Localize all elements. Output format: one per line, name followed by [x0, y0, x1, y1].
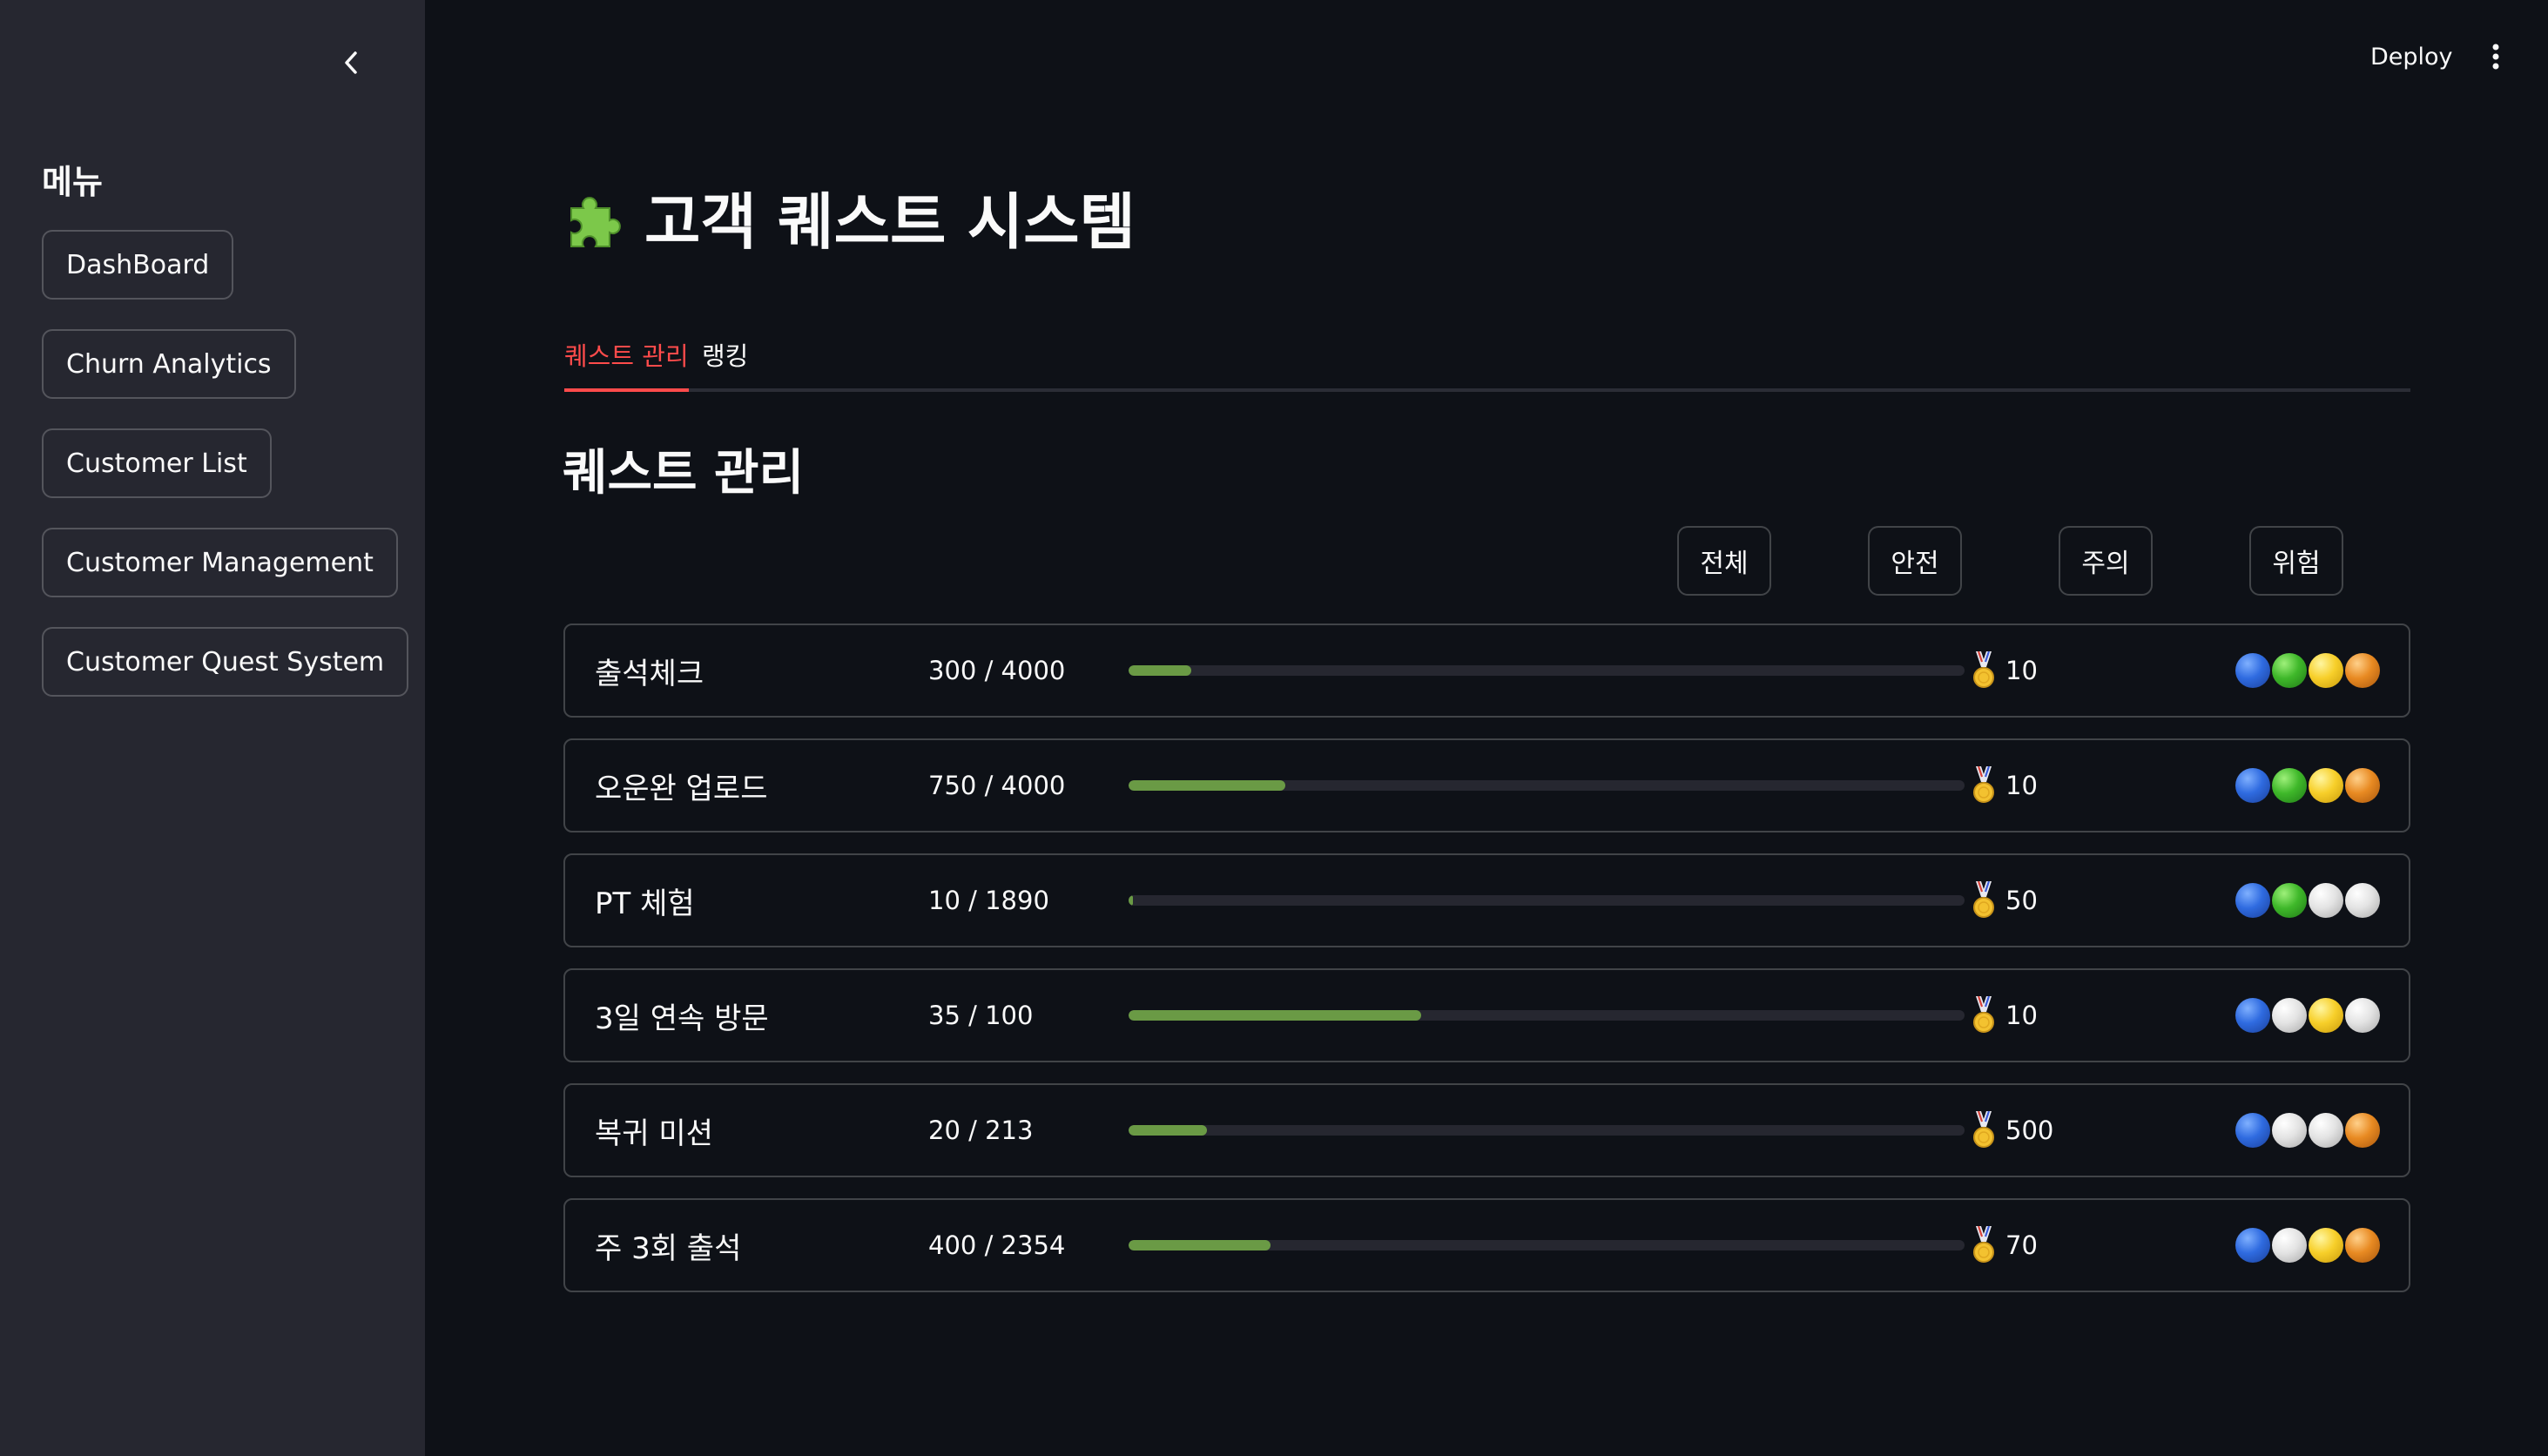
status-orb-yellow — [2309, 1228, 2343, 1263]
quest-progress-text: 750 / 4000 — [928, 771, 1066, 800]
status-orb-yellow — [2309, 653, 2343, 688]
quest-status-orbs — [2235, 653, 2380, 688]
quest-card: PT 체험 10 / 1890 50 — [563, 853, 2410, 947]
main-menu-button[interactable] — [2478, 37, 2513, 77]
quest-progress-text: 35 / 100 — [928, 1001, 1034, 1030]
status-orb-blue — [2235, 1228, 2270, 1263]
medal-icon — [1971, 650, 1997, 690]
quest-status-orbs — [2235, 883, 2380, 918]
quest-status-orbs — [2235, 1113, 2380, 1148]
quest-card: 3일 연속 방문 35 / 100 10 — [563, 968, 2410, 1062]
filter-danger-button[interactable]: 위험 — [2249, 526, 2343, 596]
tab-ranking[interactable]: 랭킹 — [702, 331, 748, 392]
status-orb-white — [2309, 1113, 2343, 1148]
quest-card: 출석체크 300 / 4000 10 — [563, 624, 2410, 718]
sidebar-title: 메뉴 — [42, 163, 103, 201]
quest-progress-fill — [1129, 780, 1285, 791]
quest-reward: 10 — [2005, 656, 2038, 685]
quest-reward: 500 — [2005, 1116, 2054, 1145]
tab-bar: 퀘스트 관리 랭킹 — [564, 331, 2410, 392]
nav-button-churn-analytics[interactable]: Churn Analytics — [42, 329, 296, 399]
quest-progress-text: 400 / 2354 — [928, 1230, 1066, 1260]
status-orb-blue — [2235, 883, 2270, 918]
medal-icon — [1971, 1225, 1997, 1264]
collapse-sidebar-button[interactable] — [335, 44, 367, 82]
filter-safe-button[interactable]: 안전 — [1868, 526, 1962, 596]
nav-button-customer-list[interactable]: Customer List — [42, 428, 272, 498]
medal-icon — [1971, 765, 1997, 805]
quest-progress-bar — [1129, 665, 1965, 676]
status-orb-blue — [2235, 998, 2270, 1033]
status-orb-green — [2272, 768, 2307, 803]
medal-icon — [1971, 880, 1997, 920]
nav-button-dashboard[interactable]: DashBoard — [42, 230, 234, 300]
status-orb-green — [2272, 883, 2307, 918]
quest-progress-text: 10 / 1890 — [928, 886, 1049, 915]
nav-button-customer-quest-system[interactable]: Customer Quest System — [42, 627, 409, 697]
quest-name: 3일 연속 방문 — [595, 1001, 769, 1036]
quest-name: PT 체험 — [595, 886, 695, 921]
status-orb-white — [2309, 883, 2343, 918]
puzzle-piece-icon — [570, 197, 621, 247]
status-orb-white — [2272, 998, 2307, 1033]
quest-progress-fill — [1129, 895, 1134, 906]
tab-quest-management[interactable]: 퀘스트 관리 — [564, 331, 689, 392]
quest-card: 오운완 업로드 750 / 4000 10 — [563, 738, 2410, 832]
medal-icon — [1971, 1110, 1997, 1149]
quest-card: 주 3회 출석 400 / 2354 70 — [563, 1198, 2410, 1292]
section-title: 퀘스트 관리 — [563, 445, 805, 502]
status-orb-blue — [2235, 1113, 2270, 1148]
quest-progress-bar — [1129, 1010, 1965, 1021]
status-orb-green — [2272, 653, 2307, 688]
status-orb-blue — [2235, 653, 2270, 688]
chevron-left-icon — [345, 51, 357, 74]
quest-status-orbs — [2235, 1228, 2380, 1263]
status-orb-orange — [2345, 1113, 2380, 1148]
status-orb-white — [2272, 1113, 2307, 1148]
status-orb-white — [2345, 998, 2380, 1033]
status-orb-yellow — [2309, 998, 2343, 1033]
quest-status-orbs — [2235, 768, 2380, 803]
status-orb-blue — [2235, 768, 2270, 803]
quest-progress-bar — [1129, 895, 1965, 906]
quest-reward: 10 — [2005, 1001, 2038, 1030]
status-orb-orange — [2345, 1228, 2380, 1263]
quest-progress-fill — [1129, 665, 1191, 676]
status-orb-white — [2345, 883, 2380, 918]
filter-caution-button[interactable]: 주의 — [2059, 526, 2153, 596]
quest-progress-fill — [1129, 1240, 1271, 1250]
quest-card: 복귀 미션 20 / 213 500 — [563, 1083, 2410, 1177]
quest-progress-bar — [1129, 1125, 1965, 1136]
quest-progress-text: 20 / 213 — [928, 1116, 1034, 1145]
quest-reward: 70 — [2005, 1230, 2038, 1260]
sidebar: 메뉴 DashBoard Churn Analytics Customer Li… — [0, 0, 425, 1456]
quest-reward: 50 — [2005, 886, 2038, 915]
quest-name: 주 3회 출석 — [595, 1230, 742, 1266]
kebab-menu-icon — [2492, 44, 2499, 70]
quest-name: 복귀 미션 — [595, 1116, 713, 1151]
quest-status-orbs — [2235, 998, 2380, 1033]
status-orb-orange — [2345, 653, 2380, 688]
deploy-button[interactable]: Deploy — [2360, 37, 2464, 77]
quest-reward: 10 — [2005, 771, 2038, 800]
quest-progress-fill — [1129, 1125, 1208, 1136]
quest-name: 출석체크 — [595, 656, 704, 691]
nav-button-customer-management[interactable]: Customer Management — [42, 528, 398, 597]
quest-progress-bar — [1129, 780, 1965, 791]
page-title: 고객 퀘스트 시스템 — [563, 183, 1136, 261]
medal-icon — [1971, 995, 1997, 1035]
quest-progress-bar — [1129, 1240, 1965, 1250]
status-orb-yellow — [2309, 768, 2343, 803]
page-title-text: 고객 퀘스트 시스템 — [644, 186, 1136, 258]
quest-name: 오운완 업로드 — [595, 771, 768, 806]
filter-all-button[interactable]: 전체 — [1677, 526, 1771, 596]
quest-progress-text: 300 / 4000 — [928, 656, 1066, 685]
sidebar-nav: DashBoard Churn Analytics Customer List … — [42, 230, 409, 697]
quest-progress-fill — [1129, 1010, 1421, 1021]
status-orb-orange — [2345, 768, 2380, 803]
status-orb-white — [2272, 1228, 2307, 1263]
